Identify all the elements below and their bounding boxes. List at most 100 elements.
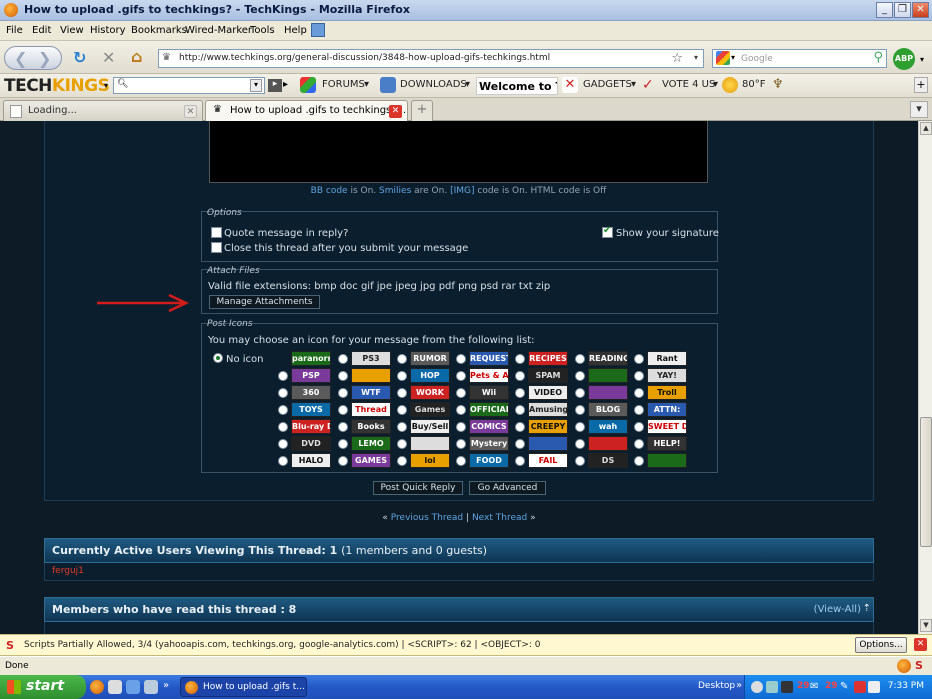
post-icon-image[interactable] xyxy=(588,385,628,400)
post-icon-image[interactable] xyxy=(410,436,450,451)
post-icon-image[interactable]: COMICS xyxy=(469,419,509,434)
post-icon-radio[interactable] xyxy=(338,371,348,381)
tk-menu-arrow-icon[interactable]: ▸ xyxy=(283,79,288,90)
post-icon-image[interactable]: DS xyxy=(588,453,628,468)
post-icon-radio[interactable] xyxy=(515,354,525,364)
scroll-up-button[interactable]: ▲ xyxy=(920,122,932,135)
tray-network-icon[interactable] xyxy=(751,681,763,693)
post-icon-radio[interactable] xyxy=(456,388,466,398)
stop-icon[interactable]: ✕ xyxy=(102,48,115,67)
post-icon-radio[interactable] xyxy=(634,371,644,381)
post-icon-image[interactable]: FOOD xyxy=(469,453,509,468)
search-bar[interactable]: ▾ Google ⚲ xyxy=(712,49,887,68)
forums-menu[interactable]: FORUMS xyxy=(322,79,365,90)
post-icon-radio[interactable] xyxy=(278,388,288,398)
collapse-icon[interactable]: ⇡ xyxy=(863,597,871,620)
close-tab-icon[interactable]: ✕ xyxy=(389,105,402,118)
bb-code-link[interactable]: BB code xyxy=(311,186,348,196)
post-icon-radio[interactable] xyxy=(575,439,585,449)
abp-dropdown-icon[interactable]: ▾ xyxy=(920,55,924,64)
post-icon-radio[interactable] xyxy=(338,422,348,432)
forums-dropdown-icon[interactable]: ▾ xyxy=(364,79,369,90)
techkings-search-input[interactable]: 🔍︎ ▾ xyxy=(113,77,265,94)
tray-mail-icon[interactable]: ✉ xyxy=(810,681,822,693)
img-code-link[interactable]: [IMG] xyxy=(450,186,474,196)
post-icon-image[interactable]: Books xyxy=(351,419,391,434)
post-icon-radio[interactable] xyxy=(456,456,466,466)
go-advanced-button[interactable]: Go Advanced xyxy=(469,481,546,495)
post-icon-radio[interactable] xyxy=(575,456,585,466)
active-user-link[interactable]: ferguj1 xyxy=(52,566,84,576)
minimize-button[interactable]: _ xyxy=(876,2,893,18)
post-icon-radio[interactable] xyxy=(575,422,585,432)
toolbar-add-button[interactable]: + xyxy=(914,77,928,93)
post-icon-radio[interactable] xyxy=(278,422,288,432)
post-icon-image[interactable] xyxy=(528,436,568,451)
vote-dropdown-icon[interactable]: ▾ xyxy=(713,79,718,90)
post-icon-radio[interactable] xyxy=(575,371,585,381)
status-noscript-icon[interactable]: S xyxy=(915,659,923,672)
search-icon[interactable]: ⚲ xyxy=(873,50,883,65)
options-button[interactable]: Options... xyxy=(855,637,907,653)
start-button[interactable]: start xyxy=(0,675,86,699)
menu-bookmarks[interactable]: Bookmarks xyxy=(131,25,187,36)
post-icon-image[interactable]: RECIPES xyxy=(528,351,568,366)
tray-app-icon[interactable] xyxy=(868,681,880,693)
post-icon-radio[interactable] xyxy=(575,405,585,415)
url-bar[interactable]: ♛ http://www.techkings.org/general-discu… xyxy=(158,49,704,68)
quicklaunch-ie-icon[interactable] xyxy=(126,680,140,694)
manage-attachments-button[interactable]: Manage Attachments xyxy=(209,295,320,309)
menu-history[interactable]: History xyxy=(90,25,126,36)
post-icon-image[interactable]: YAY! xyxy=(647,368,687,383)
quicklaunch-app-icon[interactable] xyxy=(108,680,122,694)
tray-tools-icon[interactable]: ✎ xyxy=(840,681,852,693)
post-icon-image[interactable]: Games xyxy=(410,402,450,417)
desktop-toolbar-label[interactable]: Desktop xyxy=(698,681,735,691)
url-dropdown-icon[interactable]: ▾ xyxy=(694,53,698,62)
no-icon-radio[interactable] xyxy=(213,353,223,363)
message-editor[interactable] xyxy=(209,121,708,183)
menu-help[interactable]: Help xyxy=(284,25,307,36)
post-icon-image[interactable]: WORK xyxy=(410,385,450,400)
post-icon-image[interactable] xyxy=(351,368,391,383)
close-notification-icon[interactable]: ✕ xyxy=(914,638,927,651)
scroll-down-button[interactable]: ▼ xyxy=(920,619,932,632)
quicklaunch-more-icon[interactable]: » xyxy=(163,680,169,691)
post-icon-radio[interactable] xyxy=(575,388,585,398)
post-icon-image[interactable]: DVD xyxy=(291,436,331,451)
post-icon-radio[interactable] xyxy=(634,405,644,415)
post-icon-image[interactable]: wah xyxy=(588,419,628,434)
scroll-thumb[interactable] xyxy=(920,417,932,547)
post-icon-radio[interactable] xyxy=(634,439,644,449)
tray-monitor-icon[interactable] xyxy=(781,681,793,693)
post-icon-image[interactable]: SPAM xyxy=(528,368,568,383)
post-icon-radio[interactable] xyxy=(634,388,644,398)
tab-how-to-upload[interactable]: ♛ How to upload .gifs to techkings?... ✕ xyxy=(205,100,408,121)
post-icon-image[interactable]: HELP! xyxy=(647,436,687,451)
close-window-button[interactable]: ✕ xyxy=(912,2,929,18)
post-icon-image[interactable]: 360 xyxy=(291,385,331,400)
post-icon-radio[interactable] xyxy=(338,439,348,449)
close-tab-icon[interactable]: ✕ xyxy=(184,105,197,118)
post-icon-radio[interactable] xyxy=(634,354,644,364)
post-icon-image[interactable]: VIDEO xyxy=(528,385,568,400)
post-icon-radio[interactable] xyxy=(278,439,288,449)
post-icon-radio[interactable] xyxy=(278,456,288,466)
post-icon-image[interactable]: BLOG xyxy=(588,402,628,417)
post-icon-radio[interactable] xyxy=(397,354,407,364)
post-icon-image[interactable]: Amusing xyxy=(528,402,568,417)
menu-view[interactable]: View xyxy=(60,25,84,36)
post-icon-radio[interactable] xyxy=(515,439,525,449)
post-icon-radio[interactable] xyxy=(397,371,407,381)
post-icon-radio[interactable] xyxy=(278,371,288,381)
post-icon-image[interactable]: PS3 xyxy=(351,351,391,366)
post-icon-image[interactable]: Buy/Sell xyxy=(410,419,450,434)
menu-wired-marker[interactable]: Wired-Marker xyxy=(185,25,252,36)
post-icon-image[interactable]: HOP xyxy=(410,368,450,383)
post-icon-radio[interactable] xyxy=(397,388,407,398)
quote-checkbox[interactable] xyxy=(211,227,222,238)
post-icon-image[interactable]: Pets & Animals xyxy=(469,368,509,383)
bookmark-star-icon[interactable]: ☆ xyxy=(671,51,683,66)
post-icon-radio[interactable] xyxy=(397,422,407,432)
vertical-scrollbar[interactable]: ▲ ▼ xyxy=(918,121,932,634)
